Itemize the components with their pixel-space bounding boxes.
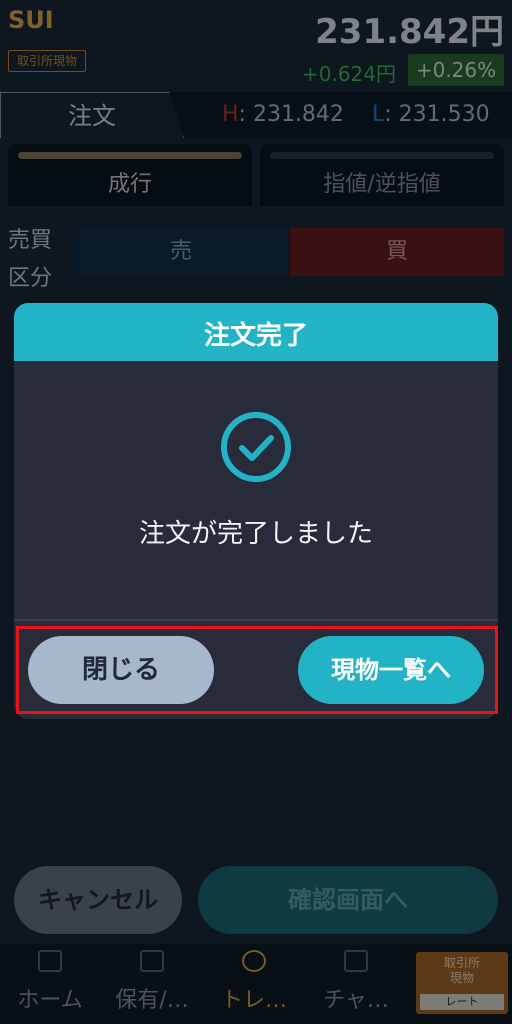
dialog-title: 注文完了 bbox=[203, 321, 308, 351]
spot-list-button[interactable]: 現物一覧へ bbox=[298, 636, 484, 704]
dialog-header: 注文完了 bbox=[14, 303, 498, 361]
check-circle-icon bbox=[221, 412, 291, 482]
dialog-message: 注文が完了しました bbox=[138, 519, 373, 549]
close-button[interactable]: 閉じる bbox=[28, 636, 214, 704]
dialog-divider bbox=[14, 619, 498, 621]
